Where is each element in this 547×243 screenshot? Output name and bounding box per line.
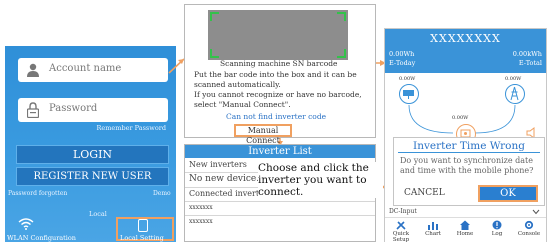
chevron-down-icon[interactable] [532,209,540,215]
nav-label: Quick Setup [392,231,410,243]
scan-title: Scanning machine SN barcode [220,59,338,68]
inverter-item[interactable]: xxxxxxx [189,218,213,225]
divider [185,201,375,202]
bottom-nav: Quick Setup Chart Home Log Console [385,217,546,243]
instruction-callout: Choose and click the inverter you want t… [258,162,383,198]
today-label: E-Today [389,59,416,67]
scan-instruction-2: scanned automatically. [194,80,281,89]
corner-mark [210,49,219,58]
dialog-divider [398,152,540,153]
dc-input-label: DC-Input [389,208,417,215]
app-panel: XXXXXXXX 0.00Wh E-Today 0.00kWh E-Total … [384,28,547,243]
nav-label: Console [517,231,541,237]
no-new-device-text: No new device... [189,174,265,184]
pv-power-value: 0.00W [399,76,416,82]
total-label: E-Total [518,59,542,67]
cannot-find-link[interactable]: Can not find inverter code [226,112,326,121]
today-value: 0.00Wh [389,50,415,58]
scan-viewfinder[interactable] [208,10,348,60]
nav-label: Chart [425,231,441,237]
nav-label: Log [491,231,503,237]
bar-chart-icon [428,222,438,230]
info-icon [492,220,502,230]
gear-icon [524,220,534,230]
corner-mark [210,12,219,21]
manual-connect-button[interactable]: Manual Connect [234,124,292,145]
dialog-title: Inverter Time Wrong [413,140,525,152]
inverter-power-value: 0.00W [452,115,469,121]
tools-icon [396,221,406,230]
corner-mark [337,12,346,21]
inverter-item[interactable]: xxxxxxx [189,204,213,211]
inverter-list-title: Inverter List [185,145,375,158]
time-sync-dialog: Inverter Time Wrong Do you want to synch… [393,137,545,206]
corner-mark [337,49,346,58]
app-title: XXXXXXXX [430,32,501,45]
scan-instruction-3: If you cannot recognize or have no barco… [194,90,362,99]
app-header: XXXXXXXX 0.00Wh E-Today 0.00kWh E-Total [385,29,546,73]
divider [185,215,375,216]
home-icon [460,220,470,230]
dialog-message: Do you want to synchronize date and time… [400,156,534,175]
grid-power-value: 0.00W [505,76,522,82]
scan-instruction-1: Put the bar code into the box and it can… [194,70,357,79]
total-value: 0.00kWh [512,50,542,58]
scan-panel: Scanning machine SN barcode Put the bar … [184,4,376,145]
nav-label: Home [456,231,474,237]
ok-button[interactable]: OK [478,185,538,202]
cancel-button[interactable]: CANCEL [404,188,445,198]
scan-instruction-4: select "Manual Connect". [194,100,291,109]
new-inverters-header: New inverters [189,160,247,169]
